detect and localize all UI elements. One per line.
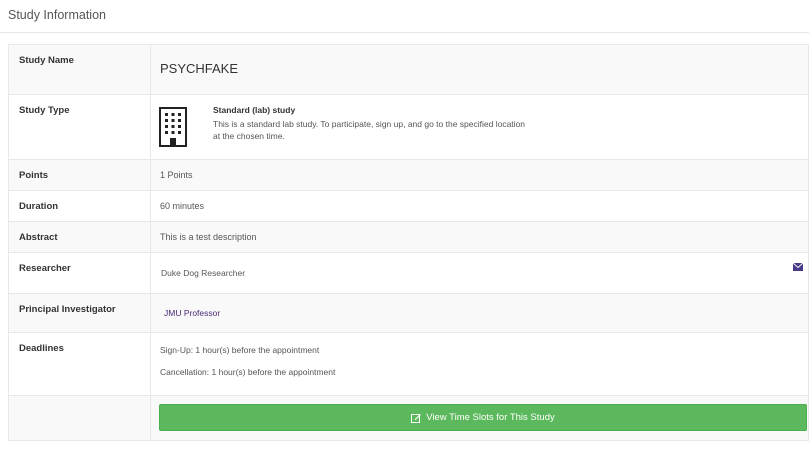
section-header: Study Information xyxy=(0,0,809,33)
row-study-type: Study Type Standard (lab) study This is … xyxy=(8,94,809,160)
row-abstract: Abstract This is a test description xyxy=(8,221,809,253)
study-type-title: Standard (lab) study xyxy=(213,105,296,115)
study-type-label: Study Type xyxy=(19,105,70,116)
mail-icon[interactable] xyxy=(793,263,803,271)
row-researcher: Researcher Duke Dog Researcher xyxy=(8,252,809,294)
pi-link[interactable]: JMU Professor xyxy=(151,294,808,318)
cancellation-deadline: Cancellation: 1 hour(s) before the appoi… xyxy=(160,367,336,377)
abstract-value: This is a test description xyxy=(160,232,257,242)
building-icon xyxy=(159,107,187,147)
duration-label: Duration xyxy=(19,201,59,212)
study-name-value: PSYCHFAKE xyxy=(160,61,239,76)
section-title: Study Information xyxy=(8,8,106,22)
row-action: View Time Slots for This Study xyxy=(8,395,809,441)
duration-value: 60 minutes xyxy=(160,201,205,211)
researcher-value: Duke Dog Researcher xyxy=(161,268,246,278)
row-deadlines: Deadlines Sign-Up: 1 hour(s) before the … xyxy=(8,332,809,396)
researcher-label: Researcher xyxy=(19,263,71,274)
study-info-table: Study Name PSYCHFAKE Study Type Standard… xyxy=(8,44,809,441)
points-value: 1 Points xyxy=(160,170,193,180)
view-time-slots-button[interactable]: View Time Slots for This Study xyxy=(159,404,807,431)
signup-deadline: Sign-Up: 1 hour(s) before the appointmen… xyxy=(160,345,320,355)
study-name-label: Study Name xyxy=(19,55,74,66)
row-duration: Duration 60 minutes xyxy=(8,190,809,222)
abstract-label: Abstract xyxy=(19,232,58,243)
row-principal-investigator: Principal Investigator JMU Professor xyxy=(8,293,809,333)
edit-icon xyxy=(411,413,422,423)
pi-label: Principal Investigator xyxy=(19,304,116,315)
deadlines-label: Deadlines xyxy=(19,343,64,354)
points-label: Points xyxy=(19,170,49,181)
row-points: Points 1 Points xyxy=(8,159,809,191)
study-type-description: This is a standard lab study. To partici… xyxy=(213,119,526,141)
view-time-slots-label: View Time Slots for This Study xyxy=(426,412,555,423)
row-study-name: Study Name PSYCHFAKE xyxy=(8,44,809,95)
